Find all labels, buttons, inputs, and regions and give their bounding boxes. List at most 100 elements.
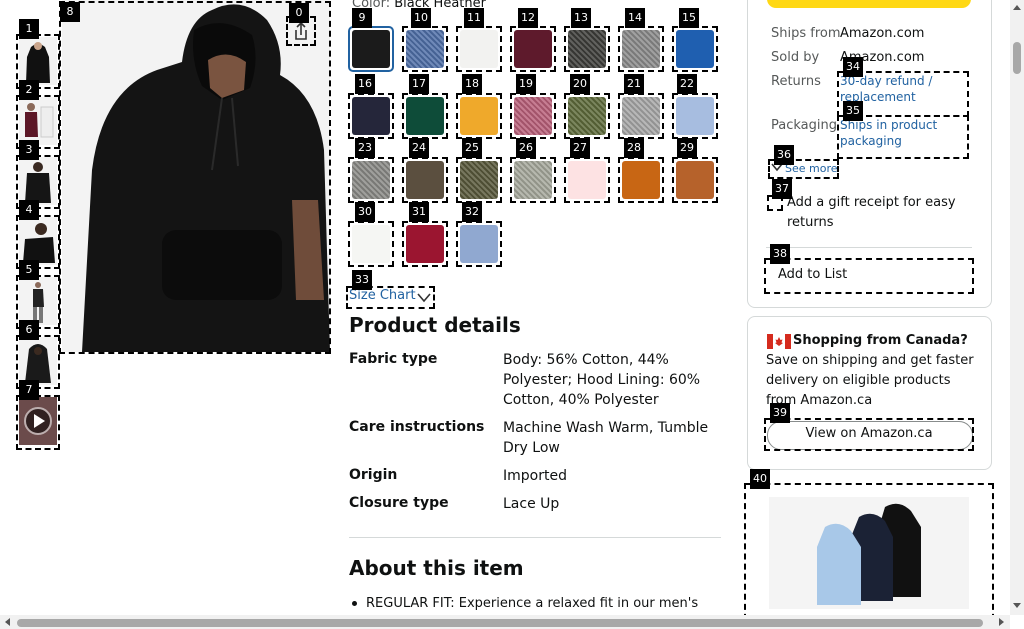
scroll-left-icon[interactable] xyxy=(3,617,13,627)
color-swatch-15[interactable] xyxy=(672,26,718,72)
add-to-list-label: Add to List xyxy=(778,267,848,282)
gift-receipt-label[interactable]: Add a gift receipt for easy returns xyxy=(787,193,967,233)
packaging-link[interactable]: Ships in product packaging xyxy=(837,115,969,159)
color-swatch-28[interactable] xyxy=(618,157,664,203)
color-swatch-30[interactable] xyxy=(348,221,394,267)
badge-16: 16 xyxy=(355,74,375,94)
color-swatch-14[interactable] xyxy=(618,26,664,72)
color-swatch-fill xyxy=(514,30,552,68)
badge-37: 37 xyxy=(772,179,792,199)
color-swatch-fill xyxy=(676,97,714,135)
color-swatch-fill xyxy=(352,30,390,68)
color-swatch-fill xyxy=(676,30,714,68)
badge-19: 19 xyxy=(516,74,536,94)
color-swatch-fill xyxy=(460,225,498,263)
color-swatch-fill xyxy=(568,30,606,68)
view-on-amazon-ca-frame[interactable]: View on Amazon.ca xyxy=(764,418,974,451)
care-instructions-label: Care instructions xyxy=(349,419,485,435)
color-swatch-29[interactable] xyxy=(672,157,718,203)
badge-15: 15 xyxy=(679,8,699,28)
buy-button-edge[interactable] xyxy=(767,0,971,8)
color-swatch-26[interactable] xyxy=(510,157,556,203)
color-swatch-22[interactable] xyxy=(672,93,718,139)
badge-0: 0 xyxy=(289,3,309,23)
canada-flag-icon xyxy=(767,334,791,349)
scroll-down-icon[interactable] xyxy=(1012,600,1022,610)
origin-label: Origin xyxy=(349,467,398,483)
color-swatch-23[interactable] xyxy=(348,157,394,203)
color-swatch-16[interactable] xyxy=(348,93,394,139)
badge-23: 23 xyxy=(355,138,375,158)
badge-22: 22 xyxy=(677,74,697,94)
color-swatch-9[interactable] xyxy=(348,26,394,72)
color-swatch-fill xyxy=(406,97,444,135)
color-swatch-27[interactable] xyxy=(564,157,610,203)
badge-9: 9 xyxy=(352,8,372,28)
size-chart-link[interactable]: Size Chart xyxy=(346,286,435,309)
color-swatch-fill xyxy=(622,97,660,135)
color-swatch-fill xyxy=(406,161,444,199)
scroll-right-icon[interactable] xyxy=(996,617,1006,627)
badge-20: 20 xyxy=(570,74,590,94)
add-to-list-button[interactable]: Add to List xyxy=(764,258,974,294)
badge-24: 24 xyxy=(409,138,429,158)
bullet-dot xyxy=(352,601,357,606)
fabric-type-value: Body: 56% Cotton, 44% Polyester; Hood Li… xyxy=(503,352,701,408)
color-swatch-21[interactable] xyxy=(618,93,664,139)
badge-4: 4 xyxy=(19,200,39,220)
sponsored-ad[interactable] xyxy=(744,483,994,629)
vertical-scrollbar-thumb[interactable] xyxy=(1013,42,1021,74)
color-swatch-32[interactable] xyxy=(456,221,502,267)
badge-32: 32 xyxy=(462,202,482,222)
badge-10: 10 xyxy=(411,8,431,28)
product-details-title: Product details xyxy=(349,313,521,337)
scroll-up-icon[interactable] xyxy=(1012,3,1022,13)
color-swatch-31[interactable] xyxy=(402,221,448,267)
badge-2: 2 xyxy=(19,80,39,100)
badge-26: 26 xyxy=(516,138,536,158)
thumbnail-video-frame[interactable] xyxy=(16,395,60,450)
color-swatch-fill xyxy=(460,97,498,135)
horizontal-scrollbar-thumb[interactable] xyxy=(17,619,983,627)
color-swatch-fill xyxy=(460,30,498,68)
color-swatch-10[interactable] xyxy=(402,26,448,72)
color-swatch-fill xyxy=(352,225,390,263)
color-swatch-fill xyxy=(622,161,660,199)
canada-text: Save on shipping and get faster delivery… xyxy=(766,353,974,408)
color-swatch-17[interactable] xyxy=(402,93,448,139)
badge-14: 14 xyxy=(625,8,645,28)
badge-7: 7 xyxy=(19,380,39,400)
color-swatch-25[interactable] xyxy=(456,157,502,203)
vertical-scrollbar[interactable] xyxy=(1010,0,1024,615)
color-swatch-fill xyxy=(406,225,444,263)
color-swatch-fill xyxy=(568,161,606,199)
color-swatch-fill xyxy=(460,161,498,199)
badge-39: 39 xyxy=(770,403,790,423)
color-swatch-11[interactable] xyxy=(456,26,502,72)
badge-18: 18 xyxy=(462,74,482,94)
badge-29: 29 xyxy=(677,138,697,158)
badge-13: 13 xyxy=(571,8,591,28)
color-swatch-18[interactable] xyxy=(456,93,502,139)
color-swatch-12[interactable] xyxy=(510,26,556,72)
badge-38: 38 xyxy=(770,244,790,264)
badge-28: 28 xyxy=(624,138,644,158)
fabric-type-label: Fabric type xyxy=(349,351,438,367)
badge-6: 6 xyxy=(19,320,39,340)
color-swatch-19[interactable] xyxy=(510,93,556,139)
main-image-frame[interactable] xyxy=(59,1,331,354)
color-swatch-fill xyxy=(622,30,660,68)
color-swatch-13[interactable] xyxy=(564,26,610,72)
badge-27: 27 xyxy=(570,138,590,158)
badge-5: 5 xyxy=(19,260,39,280)
color-swatch-20[interactable] xyxy=(564,93,610,139)
color-swatch-fill xyxy=(676,161,714,199)
badge-17: 17 xyxy=(409,74,429,94)
badge-25: 25 xyxy=(462,138,482,158)
badge-31: 31 xyxy=(409,202,429,222)
color-swatch-fill xyxy=(568,97,606,135)
badge-33: 33 xyxy=(352,270,372,290)
badge-35: 35 xyxy=(843,101,863,121)
packaging-value: Ships in product packaging xyxy=(840,118,938,148)
color-swatch-24[interactable] xyxy=(402,157,448,203)
